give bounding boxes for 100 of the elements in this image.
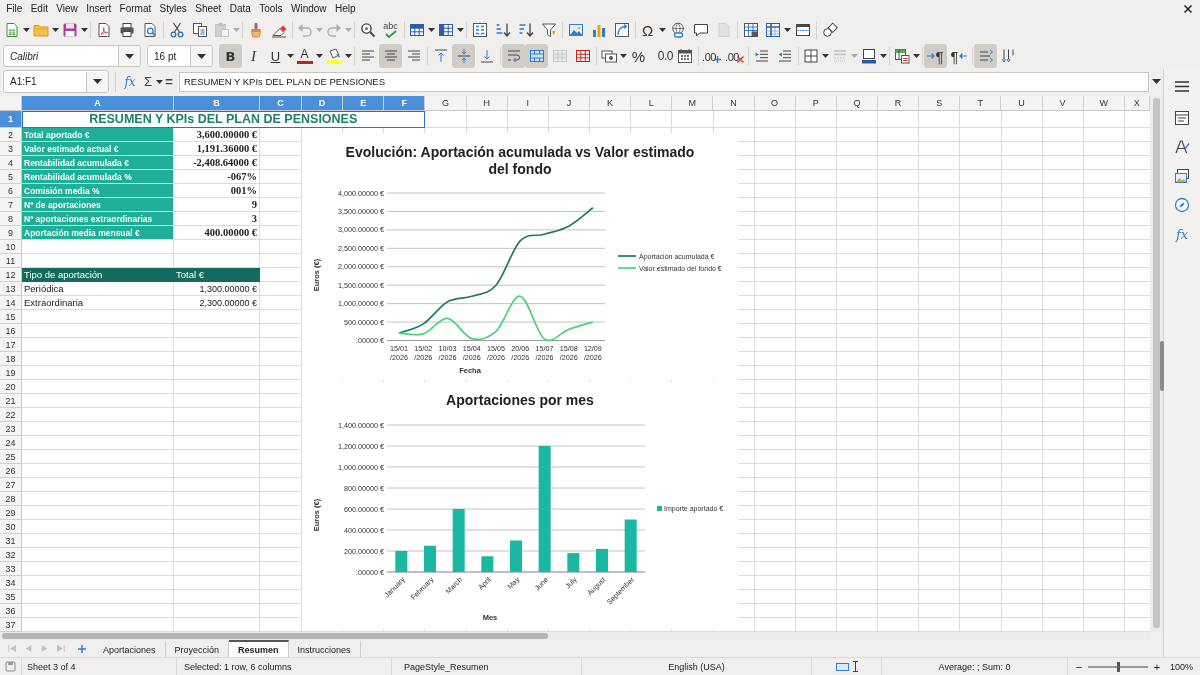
function-wizard-button[interactable]: fx xyxy=(121,70,139,93)
row-header[interactable]: 4 xyxy=(0,156,22,170)
column-header[interactable]: U xyxy=(1001,96,1043,111)
zoom-percent[interactable]: 100% xyxy=(1170,661,1194,672)
column-header[interactable]: T xyxy=(960,96,1002,111)
menu-item[interactable]: Styles xyxy=(155,1,192,16)
column-header[interactable]: V xyxy=(1042,96,1084,111)
row-header[interactable]: 11 xyxy=(0,254,22,268)
font-size-box[interactable]: 16 pt xyxy=(147,45,213,67)
column-header[interactable]: Q xyxy=(836,96,878,111)
row-header[interactable]: 31 xyxy=(0,534,22,548)
menu-item[interactable]: Window xyxy=(286,1,331,16)
row-header[interactable]: 25 xyxy=(0,450,22,464)
row-header[interactable]: 15 xyxy=(0,310,22,324)
row-header[interactable]: 21 xyxy=(0,394,22,408)
slider-thumb[interactable] xyxy=(1116,661,1120,672)
row-header[interactable]: 23 xyxy=(0,422,22,436)
font-color-button[interactable]: A xyxy=(294,44,315,68)
row-header[interactable]: 13 xyxy=(0,282,22,296)
menu-item[interactable]: Data xyxy=(225,1,256,16)
underline-button[interactable]: U xyxy=(265,44,286,68)
row-header[interactable]: 16 xyxy=(0,324,22,338)
formula-input[interactable]: RESUMEN Y KPIs DEL PLAN DE PENSIONES xyxy=(179,71,1149,92)
row-header[interactable]: 28 xyxy=(0,492,22,506)
row-header[interactable]: 5 xyxy=(0,170,22,184)
scrollbar-thumb[interactable] xyxy=(1153,98,1160,628)
row-header[interactable]: 14 xyxy=(0,296,22,310)
sheet-tab[interactable]: Aportaciones xyxy=(94,640,166,657)
row-header[interactable]: 32 xyxy=(0,548,22,562)
row-header[interactable]: 3 xyxy=(0,142,22,156)
delete-decimal-button[interactable]: .00 xyxy=(723,44,746,68)
page-style-label[interactable]: PageStyle_Resumen xyxy=(404,661,489,672)
row-header[interactable]: 7 xyxy=(0,198,22,212)
menu-item[interactable]: File xyxy=(2,1,27,16)
dropdown-button[interactable] xyxy=(86,71,108,92)
column-header[interactable]: P xyxy=(795,96,837,111)
column-header[interactable]: L xyxy=(631,96,673,111)
horizontal-scrollbar[interactable] xyxy=(0,632,1150,640)
column-header[interactable]: S xyxy=(919,96,961,111)
menu-item[interactable]: Help xyxy=(330,1,360,16)
row-header[interactable]: 8 xyxy=(0,212,22,226)
language-label[interactable]: English (USA) xyxy=(668,661,725,672)
row-header[interactable]: 29 xyxy=(0,506,22,520)
special-character-button[interactable]: Ω xyxy=(637,18,658,42)
row-header[interactable]: 20 xyxy=(0,380,22,394)
menu-item[interactable]: Insert xyxy=(82,1,116,16)
menu-item[interactable]: Format xyxy=(115,1,156,16)
name-box[interactable]: A1:F1 xyxy=(3,70,109,93)
italic-button[interactable]: I xyxy=(242,44,265,68)
row-header[interactable]: 24 xyxy=(0,436,22,450)
vertical-scrollbar[interactable] xyxy=(1150,96,1163,632)
column-header[interactable]: M xyxy=(672,96,714,111)
menu-item[interactable]: View xyxy=(52,1,82,16)
row-header[interactable]: 27 xyxy=(0,478,22,492)
menu-item[interactable]: Tools xyxy=(255,1,287,16)
column-header[interactable]: N xyxy=(713,96,755,111)
row-header[interactable]: 37 xyxy=(0,618,22,632)
row-header[interactable]: 18 xyxy=(0,352,22,366)
column-header[interactable]: O xyxy=(754,96,796,111)
dropdown-button[interactable] xyxy=(190,46,212,66)
dropdown-button[interactable] xyxy=(118,46,140,66)
row-header[interactable]: 10 xyxy=(0,240,22,254)
column-header[interactable]: R xyxy=(877,96,920,111)
row-header[interactable]: 36 xyxy=(0,604,22,618)
zoom-in-button[interactable]: + xyxy=(1151,660,1163,673)
row-header[interactable]: 34 xyxy=(0,576,22,590)
merge-center-button[interactable] xyxy=(525,44,548,68)
row-header[interactable]: 33 xyxy=(0,562,22,576)
column-header[interactable]: G xyxy=(425,96,467,111)
add-decimal-button[interactable]: .00 xyxy=(700,44,723,68)
left-to-right-button[interactable]: ¶ xyxy=(924,44,947,68)
scrollbar-thumb[interactable] xyxy=(2,633,548,639)
sum-button[interactable]: Σ xyxy=(141,70,155,93)
column-header[interactable]: H xyxy=(466,96,508,111)
functions-deck-button[interactable]: fx xyxy=(1169,221,1195,247)
row-header[interactable]: 12 xyxy=(0,268,22,282)
spelling-button[interactable]: abc xyxy=(379,18,402,42)
formula-button[interactable]: = xyxy=(163,70,175,93)
row-header[interactable]: 9 xyxy=(0,226,22,240)
column-header[interactable]: W xyxy=(1083,96,1125,111)
zoom-out-button[interactable]: − xyxy=(1073,660,1085,673)
row-header[interactable]: 26 xyxy=(0,464,22,478)
percent-button[interactable]: % xyxy=(627,44,650,68)
bold-button[interactable]: B xyxy=(219,44,242,68)
menu-item[interactable]: Edit xyxy=(26,1,53,16)
font-name-box[interactable]: Calibri xyxy=(3,45,141,67)
collapse-handle[interactable] xyxy=(1160,341,1164,391)
column-header[interactable]: X xyxy=(1124,96,1150,111)
column-header[interactable]: I xyxy=(507,96,549,111)
right-to-left-button[interactable]: ¶ xyxy=(947,44,970,68)
row-header[interactable]: 2 xyxy=(0,128,22,142)
row-header[interactable]: 30 xyxy=(0,520,22,534)
sheet-tab[interactable]: Instrucciones xyxy=(288,640,361,657)
column-header[interactable]: J xyxy=(548,96,590,111)
row-header[interactable]: 22 xyxy=(0,408,22,422)
sheet-tab[interactable]: Resumen xyxy=(229,640,289,657)
row-header[interactable]: 6 xyxy=(0,184,22,198)
row-header[interactable]: 35 xyxy=(0,590,22,604)
row-header[interactable]: 17 xyxy=(0,338,22,352)
close-button[interactable] xyxy=(1183,4,1193,14)
